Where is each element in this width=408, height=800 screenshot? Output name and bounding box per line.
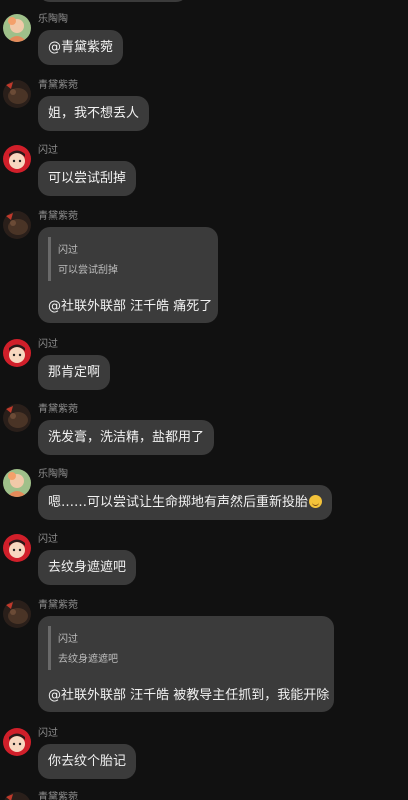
sender-name: 青黛紫菀 — [38, 80, 78, 91]
sender-name: 乐陶陶 — [38, 14, 68, 25]
quoted-sender: 闪过 — [58, 245, 78, 256]
avatar-letaotao[interactable] — [3, 469, 31, 497]
message-bubble[interactable]: 可以尝试刮掉 — [38, 161, 137, 196]
message-bubble[interactable]: 洗发膏，洗洁精，盐都用了 — [38, 420, 215, 455]
avatar-shanguo[interactable] — [3, 339, 31, 367]
avatar-shanguo[interactable] — [3, 534, 31, 562]
message-bubble[interactable]: 嗯……可以尝试让生命掷地有声然后重新投胎 — [38, 485, 333, 520]
message-bubble[interactable]: 去纹身遮遮吧 — [38, 550, 137, 585]
message-bubble[interactable]: 你去纹个胎记 — [38, 744, 137, 779]
sender-name: 青黛紫菀 — [38, 792, 78, 800]
previous-message-bubble — [38, 0, 188, 2]
message-text: 嗯……可以尝试让生命掷地有声然后重新投胎 — [48, 495, 309, 510]
message-bubble[interactable]: 姐，我不想丢人 — [38, 96, 150, 131]
sender-name: 青黛紫菀 — [38, 404, 78, 415]
grin-emoji-icon — [309, 495, 323, 508]
chat-window[interactable]: 乐陶陶 @青黛紫菀 青黛紫菀 姐，我不想丢人 闪过 可以尝试刮掉 青黛紫菀 闪过… — [0, 0, 408, 800]
sender-name: 闪过 — [38, 534, 58, 545]
quote-bar — [48, 237, 51, 281]
quoted-text: 可以尝试刮掉 — [58, 265, 118, 276]
message-bubble[interactable]: 那肯定啊 — [38, 355, 111, 390]
reply-text: @社联外联部 汪千皓 被教导主任抓到，我能开除 — [48, 688, 330, 703]
quote-bar — [48, 626, 51, 670]
avatar-shanguo[interactable] — [3, 145, 31, 173]
avatar-letaotao[interactable] — [3, 14, 31, 42]
quoted-text: 去纹身遮遮吧 — [58, 654, 118, 665]
sender-name: 乐陶陶 — [38, 469, 68, 480]
message-bubble[interactable]: 闪过 去纹身遮遮吧 @社联外联部 汪千皓 被教导主任抓到，我能开除 — [38, 616, 334, 712]
avatar-qingdaiziwan[interactable] — [3, 792, 31, 800]
sender-name: 青黛紫菀 — [38, 600, 78, 611]
avatar-qingdaiziwan[interactable] — [3, 600, 31, 628]
avatar-qingdaiziwan[interactable] — [3, 404, 31, 432]
avatar-shanguo[interactable] — [3, 728, 31, 756]
avatar-qingdaiziwan[interactable] — [3, 80, 31, 108]
message-bubble[interactable]: 闪过 可以尝试刮掉 @社联外联部 汪千皓 痛死了 — [38, 227, 218, 323]
quoted-sender: 闪过 — [58, 634, 78, 645]
message-bubble[interactable]: @青黛紫菀 — [38, 30, 124, 65]
sender-name: 闪过 — [38, 339, 58, 350]
avatar-qingdaiziwan[interactable] — [3, 211, 31, 239]
sender-name: 青黛紫菀 — [38, 211, 78, 222]
sender-name: 闪过 — [38, 728, 58, 739]
sender-name: 闪过 — [38, 145, 58, 156]
reply-text: @社联外联部 汪千皓 痛死了 — [48, 299, 213, 314]
